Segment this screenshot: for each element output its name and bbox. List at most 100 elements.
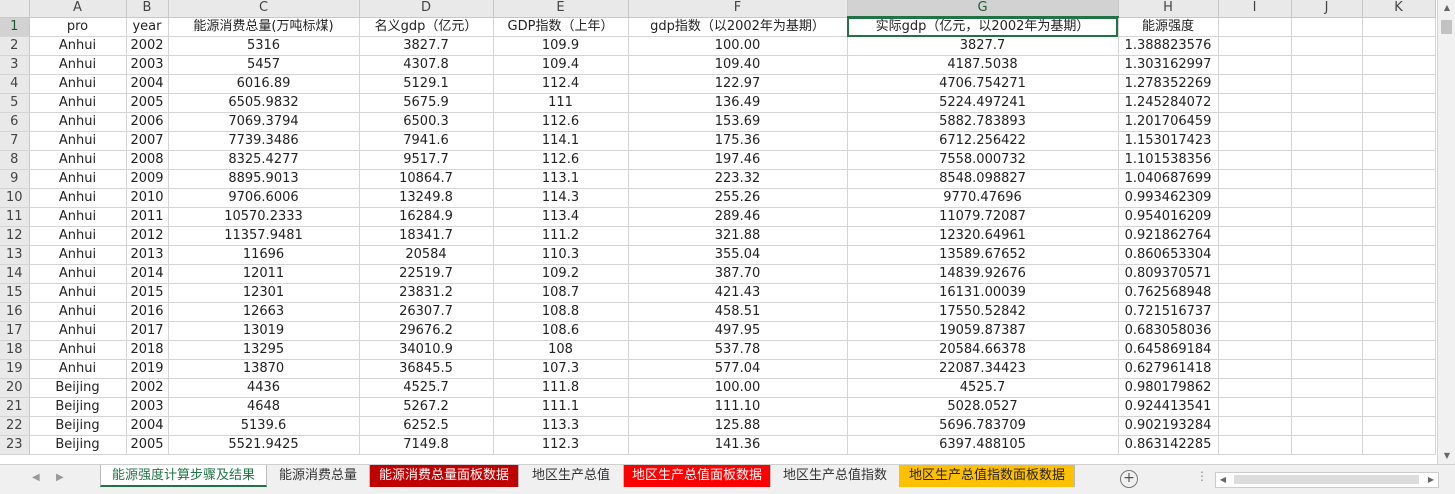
cell[interactable]: 1.388823576 <box>1118 36 1219 56</box>
cell[interactable]: 11696 <box>168 245 360 265</box>
row-header[interactable]: 21 <box>0 397 30 417</box>
cell[interactable]: 114.1 <box>493 131 629 151</box>
cell[interactable]: 577.04 <box>628 359 848 379</box>
cell[interactable]: 175.36 <box>628 131 848 151</box>
cell[interactable]: 14839.92676 <box>847 264 1119 284</box>
cell[interactable]: 321.88 <box>628 226 848 246</box>
column-header-k[interactable]: K <box>1362 0 1436 18</box>
cell[interactable]: 16131.00039 <box>847 283 1119 303</box>
row-header[interactable]: 2 <box>0 36 30 56</box>
cell[interactable]: 2004 <box>126 74 169 94</box>
cell[interactable] <box>1362 245 1436 265</box>
cell[interactable]: 2003 <box>126 397 169 417</box>
cell[interactable]: 458.51 <box>628 302 848 322</box>
row-header[interactable]: 8 <box>0 150 30 170</box>
cell[interactable] <box>1218 264 1292 284</box>
cell[interactable]: Anhui <box>29 264 127 284</box>
cell[interactable] <box>1218 397 1292 417</box>
cell[interactable] <box>1362 302 1436 322</box>
cell[interactable] <box>1291 435 1363 455</box>
cell[interactable] <box>1218 226 1292 246</box>
cell[interactable]: 12011 <box>168 264 360 284</box>
column-header-e[interactable]: E <box>493 0 629 18</box>
cell[interactable] <box>1218 150 1292 170</box>
cell[interactable]: Anhui <box>29 302 127 322</box>
cell[interactable]: 2005 <box>126 93 169 113</box>
cell[interactable]: 3827.7 <box>847 36 1119 56</box>
cell[interactable]: 113.4 <box>493 207 629 227</box>
cell[interactable]: Anhui <box>29 321 127 341</box>
cell[interactable] <box>1291 397 1363 417</box>
cell[interactable]: 2013 <box>126 245 169 265</box>
cell[interactable]: 17550.52842 <box>847 302 1119 322</box>
cell[interactable]: 112.6 <box>493 112 629 132</box>
sheet-tab-3[interactable]: 能源消费总量面板数据 <box>370 465 519 487</box>
cell[interactable]: 108.8 <box>493 302 629 322</box>
scroll-up-icon[interactable]: ▲ <box>1438 0 1455 16</box>
cell[interactable] <box>1291 169 1363 189</box>
column-header-j[interactable]: J <box>1291 0 1363 18</box>
cell[interactable] <box>1291 302 1363 322</box>
cell[interactable]: 1.153017423 <box>1118 131 1219 151</box>
cell[interactable]: 0.645869184 <box>1118 340 1219 360</box>
cell[interactable]: 109.4 <box>493 55 629 75</box>
cell[interactable] <box>1218 340 1292 360</box>
cell[interactable] <box>1362 283 1436 303</box>
horizontal-scrollbar[interactable]: ◀ ▶ <box>1215 472 1439 488</box>
cell[interactable]: 26307.7 <box>359 302 494 322</box>
cell[interactable]: 108.6 <box>493 321 629 341</box>
cell[interactable] <box>1362 359 1436 379</box>
cell[interactable]: 34010.9 <box>359 340 494 360</box>
cell[interactable] <box>1362 378 1436 398</box>
cell[interactable]: 0.902193284 <box>1118 416 1219 436</box>
cell[interactable]: 4648 <box>168 397 360 417</box>
cell[interactable]: 2016 <box>126 302 169 322</box>
cell[interactable]: 7069.3794 <box>168 112 360 132</box>
cell[interactable]: 10864.7 <box>359 169 494 189</box>
cell[interactable]: 107.3 <box>493 359 629 379</box>
cell[interactable]: 22519.7 <box>359 264 494 284</box>
cell[interactable]: 13249.8 <box>359 188 494 208</box>
cell[interactable] <box>1291 283 1363 303</box>
cell[interactable] <box>1218 321 1292 341</box>
cell[interactable]: 0.924413541 <box>1118 397 1219 417</box>
cell[interactable] <box>1218 245 1292 265</box>
scroll-thumb[interactable] <box>1441 20 1452 34</box>
cell[interactable]: 122.97 <box>628 74 848 94</box>
vertical-scrollbar[interactable]: ▲ ▼ <box>1437 0 1455 464</box>
cell[interactable]: Anhui <box>29 359 127 379</box>
cell[interactable]: Beijing <box>29 416 127 436</box>
cell[interactable]: 109.2 <box>493 264 629 284</box>
cell[interactable]: 111.2 <box>493 226 629 246</box>
cell[interactable] <box>1362 226 1436 246</box>
cell[interactable]: 387.70 <box>628 264 848 284</box>
cell[interactable] <box>1291 207 1363 227</box>
chevron-right-icon[interactable]: ▶ <box>56 472 64 483</box>
sheet-tab-1[interactable]: 能源强度计算步骤及结果 <box>100 465 267 487</box>
cell[interactable]: 7739.3486 <box>168 131 360 151</box>
cell[interactable]: 1.040687699 <box>1118 169 1219 189</box>
cell[interactable]: 114.3 <box>493 188 629 208</box>
row-header[interactable]: 13 <box>0 245 30 265</box>
cell[interactable] <box>1218 93 1292 113</box>
cell[interactable]: 1.303162997 <box>1118 55 1219 75</box>
sheet-tab-2[interactable]: 能源消费总量 <box>267 465 370 487</box>
row-header[interactable]: 23 <box>0 435 30 455</box>
cell[interactable]: 2008 <box>126 150 169 170</box>
cell[interactable]: Anhui <box>29 74 127 94</box>
cell[interactable]: 19059.87387 <box>847 321 1119 341</box>
cell[interactable]: 12663 <box>168 302 360 322</box>
cell[interactable] <box>1291 74 1363 94</box>
cell[interactable]: 0.762568948 <box>1118 283 1219 303</box>
cell[interactable]: 0.954016209 <box>1118 207 1219 227</box>
cell[interactable]: 2004 <box>126 416 169 436</box>
cell[interactable]: 289.46 <box>628 207 848 227</box>
row-header[interactable]: 1 <box>0 17 30 37</box>
cell[interactable] <box>1291 416 1363 436</box>
cell[interactable]: 5139.6 <box>168 416 360 436</box>
cell[interactable]: Anhui <box>29 112 127 132</box>
cell[interactable]: 0.921862764 <box>1118 226 1219 246</box>
cell[interactable] <box>1362 112 1436 132</box>
cell[interactable]: 112.6 <box>493 150 629 170</box>
row-header[interactable]: 17 <box>0 321 30 341</box>
